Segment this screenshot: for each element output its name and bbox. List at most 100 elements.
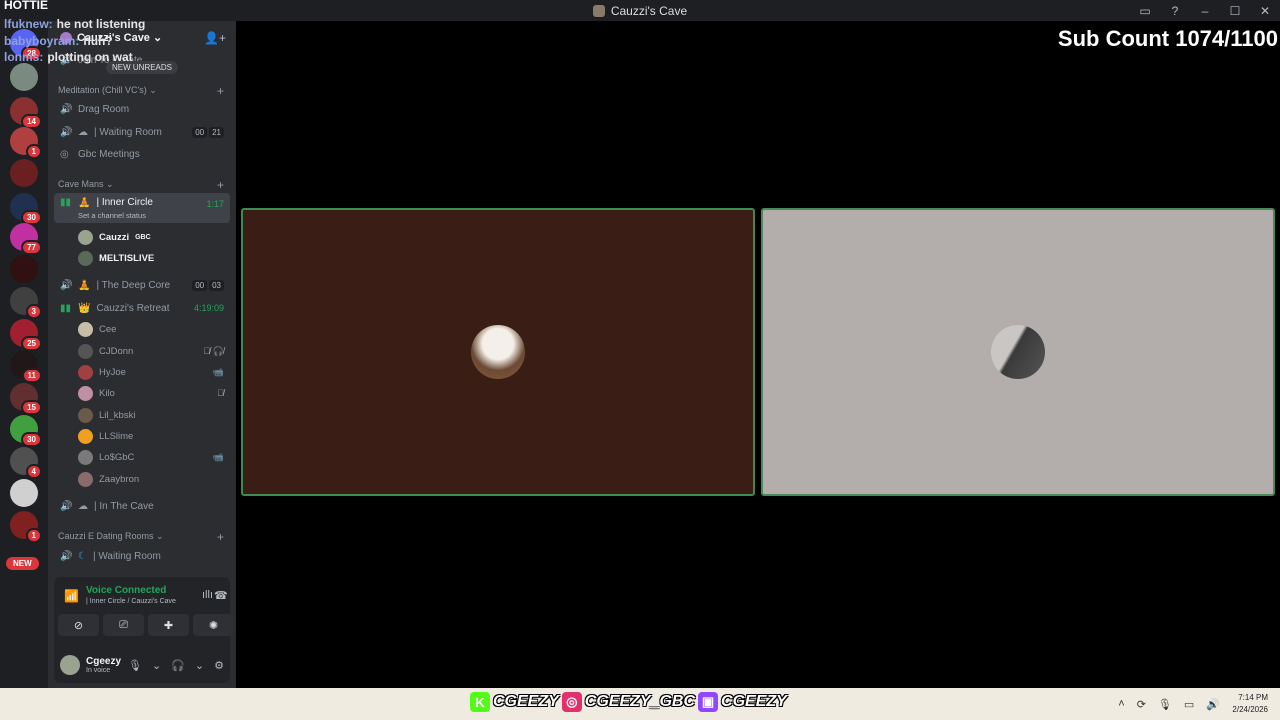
noise-suppression-icon[interactable]: ıllı (202, 589, 213, 601)
maximize-button[interactable]: ☐ (1220, 4, 1250, 18)
close-button[interactable]: ✕ (1250, 4, 1280, 18)
server-icon[interactable]: 15 (10, 383, 42, 415)
channel-waiting-room-2[interactable]: 🔊 ☾ | Waiting Room (54, 545, 230, 567)
taskbar: K CGEEZY ◎ CGEEZY_GBC ▣ CGEEZY ˄ ⟳ 🎙 ▭ 🔊… (0, 688, 1280, 720)
unread-badge: 4 (25, 464, 42, 479)
social-handle: CGEEZY (721, 693, 787, 710)
server-icon[interactable]: 1 (10, 127, 42, 159)
voice-action-row: ⊘ ⎚ ✚ ✺ (58, 614, 234, 636)
channel-in-the-cave[interactable]: 🔊 ☁ | In The Cave (54, 495, 230, 517)
category-dating[interactable]: Cauzzi E Dating Rooms ⌄ + (58, 530, 226, 544)
user-name: MELTISLIVE (99, 252, 155, 264)
help-icon[interactable]: ? (1160, 4, 1190, 18)
minimize-button[interactable]: – (1190, 4, 1220, 18)
screen-share-button[interactable]: ⎚ (103, 614, 144, 636)
user-controls: 🎙 ⌄ 🎧 ⌄ ⚙ (128, 659, 224, 672)
speaker-icon: 🔊 (60, 279, 73, 291)
voice-user[interactable]: Zaaybron (78, 469, 228, 489)
window-controls: ▭ ? – ☐ ✕ (1130, 0, 1280, 21)
moon-icon: ☾ (78, 550, 87, 562)
microphone-icon[interactable]: 🎙 (1158, 698, 1172, 711)
network-icon[interactable]: ▭ (1184, 698, 1194, 711)
add-channel-icon[interactable]: + (217, 530, 224, 544)
server-icon[interactable] (10, 159, 38, 187)
channel-gbc-meetings[interactable]: ◎ Gbc Meetings (54, 143, 230, 165)
add-channel-icon[interactable]: + (217, 84, 224, 98)
voice-user[interactable]: HyJoe 📹 (78, 362, 228, 382)
chevron-down-icon[interactable]: ⌄ (195, 659, 204, 672)
twitch-icon: ▣ (698, 692, 719, 712)
channel-label: | Waiting Room (92, 550, 161, 562)
clock[interactable]: 7:14 PM 2/24/2026 (1232, 692, 1268, 716)
server-icon[interactable]: 30 (10, 193, 42, 225)
add-member-icon[interactable]: 👤+ (204, 31, 226, 45)
voice-user[interactable]: Kilo 🎙̸ (78, 383, 228, 403)
kick-icon: K (470, 692, 490, 712)
user-name: CJDonn (99, 345, 134, 357)
server-icon[interactable] (10, 255, 38, 283)
speaker-icon: 🔊 (60, 550, 73, 562)
voice-location[interactable]: | Inner Circle / Cauzzi's Cave (86, 598, 176, 605)
server-tag: GBC (135, 233, 151, 241)
channel-drag-room[interactable]: 🔊 Drag Room (54, 98, 230, 120)
meditate-icon: 🧘 (78, 279, 91, 291)
meditate-icon: 🧘 (78, 197, 91, 208)
server-icon[interactable]: 25 (10, 319, 42, 351)
user-panel[interactable]: Cgeezy In voice (60, 655, 121, 675)
speaker-icon: 🔊 (60, 103, 73, 115)
soundboard-button[interactable]: ✺ (193, 614, 234, 636)
voice-user[interactable]: Lil_kbski (78, 405, 228, 425)
voice-user[interactable]: Cauzzi GBC (78, 227, 228, 247)
gear-icon[interactable]: ⚙ (214, 659, 224, 672)
sync-icon[interactable]: ⟳ (1137, 698, 1146, 711)
user-status-icons: 🎙̸ 🎧̸ (203, 345, 224, 356)
avatar (78, 428, 93, 444)
camera-off-button[interactable]: ⊘ (58, 614, 99, 636)
voice-status[interactable]: Voice Connected (86, 585, 166, 596)
server-icon[interactable]: 77 (10, 223, 42, 255)
channel-waiting-room[interactable]: 🔊 ☁ | Waiting Room 00 21 (54, 121, 230, 143)
server-icon[interactable] (10, 63, 38, 91)
category-cave-mans[interactable]: Cave Mans ⌄ + (58, 178, 226, 192)
unread-badge: 11 (21, 368, 42, 383)
channel-deep-core[interactable]: 🔊 🧘 | The Deep Core 00 03 (54, 274, 230, 296)
voice-user[interactable]: Cee (78, 319, 228, 339)
server-icon[interactable]: 3 (10, 287, 42, 319)
voice-user[interactable]: MELTISLIVE (78, 248, 228, 268)
signal-icon[interactable]: 📶 (64, 589, 79, 603)
video-tile[interactable] (761, 208, 1275, 496)
disconnect-icon[interactable]: ☎ (214, 589, 228, 602)
add-channel-icon[interactable]: + (217, 178, 224, 192)
voice-user[interactable]: CJDonn 🎙̸ 🎧̸ (78, 341, 228, 361)
server-icon[interactable]: 4 (10, 447, 42, 479)
chevron-down-icon[interactable]: ⌄ (152, 659, 161, 672)
new-servers-pill[interactable]: NEW (6, 557, 39, 570)
channel-label: Gbc Meetings (78, 148, 140, 160)
video-tile[interactable] (241, 208, 755, 496)
server-icon[interactable] (10, 479, 38, 507)
channel-inner-circle[interactable]: ▮▮ 🧘 | Inner Circle 1:17 Set a channel s… (54, 193, 230, 223)
chat-line: lonms: plotting on wat (4, 49, 145, 66)
headphones-icon[interactable]: 🎧 (171, 659, 185, 672)
server-icon[interactable]: 30 (10, 415, 42, 447)
server-icon[interactable]: 1 (10, 511, 42, 543)
microphone-icon[interactable]: 🎙 (128, 659, 142, 672)
volume-icon[interactable]: 🔊 (1206, 698, 1220, 711)
server-icon[interactable]: 11 (10, 351, 42, 383)
server-icon[interactable]: 14 (10, 97, 42, 129)
chat-user: lfuknew: (4, 17, 53, 31)
user-name: Cgeezy (86, 656, 122, 667)
social-handle: CGEEZY (493, 693, 559, 710)
voice-panel: 📶 Voice Connected | Inner Circle / Cauzz… (54, 577, 234, 683)
inbox-icon[interactable]: ▭ (1130, 4, 1160, 18)
voice-user[interactable]: Lo$GbC 📹 (78, 447, 228, 467)
activities-button[interactable]: ✚ (148, 614, 189, 636)
channel-retreat[interactable]: ▮▮ 👑 Cauzzi's Retreat 4:19:09 (54, 297, 230, 319)
chevron-up-icon[interactable]: ˄ (1118, 698, 1124, 711)
channel-status-prompt[interactable]: Set a channel status (78, 211, 146, 220)
participant-avatar (471, 325, 525, 379)
category-meditation[interactable]: Meditation (Chill VC's) ⌄ + (58, 84, 226, 98)
sub-count-overlay: Sub Count 1074/1100 (1057, 26, 1278, 51)
voice-user[interactable]: LLSlime (78, 426, 228, 446)
avatar (78, 229, 93, 245)
